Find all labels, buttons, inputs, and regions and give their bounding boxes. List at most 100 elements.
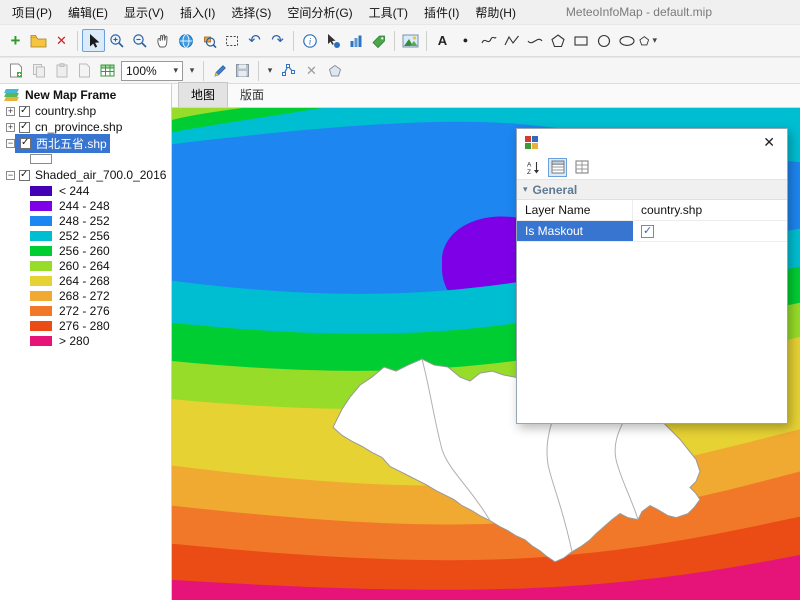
maskout-checkbox[interactable]: [641, 225, 654, 238]
statistics-tool[interactable]: [344, 29, 367, 52]
polygon-tool[interactable]: [546, 29, 569, 52]
toolbar-separator: [426, 31, 427, 51]
page-button-disabled[interactable]: [73, 59, 96, 82]
undo-button[interactable]: ↶: [243, 29, 266, 52]
close-icon[interactable]: ✕: [759, 133, 779, 152]
property-row-layer-name[interactable]: Layer Name country.shp: [517, 200, 787, 221]
pan-tool[interactable]: [151, 29, 174, 52]
dialog-titlebar[interactable]: ✕: [517, 129, 787, 155]
select-rectangle-tool[interactable]: [220, 29, 243, 52]
legend-item[interactable]: < 244: [0, 183, 171, 198]
snap-button[interactable]: [323, 59, 346, 82]
legend-item[interactable]: 276 - 280: [0, 318, 171, 333]
map-frame-node[interactable]: New Map Frame: [0, 87, 171, 103]
hollow-polygon-swatch[interactable]: [30, 154, 52, 164]
circle-tool[interactable]: [592, 29, 615, 52]
insert-image-button[interactable]: [399, 29, 422, 52]
layer-properties-dialog: ✕ AZ ▾ Gen: [516, 128, 788, 424]
legend-item[interactable]: 272 - 276: [0, 303, 171, 318]
layer-checkbox[interactable]: [19, 170, 30, 181]
save-button-disabled[interactable]: [231, 59, 254, 82]
layer-checkbox[interactable]: [19, 106, 30, 117]
expand-icon[interactable]: [6, 171, 15, 180]
curve-tool[interactable]: [477, 29, 500, 52]
legend-item[interactable]: 248 - 252: [0, 213, 171, 228]
menu-item-help[interactable]: 帮助(H): [467, 1, 524, 24]
menu-item-select[interactable]: 选择(S): [223, 1, 279, 24]
categorized-view-button[interactable]: [548, 158, 567, 177]
menu-item-view[interactable]: 显示(V): [116, 1, 172, 24]
menu-item-tools[interactable]: 工具(T): [361, 1, 416, 24]
grid-view-button[interactable]: [572, 158, 591, 177]
zoom-to-layer-tool[interactable]: [197, 29, 220, 52]
property-section-header[interactable]: ▾ General: [517, 180, 787, 200]
expand-icon[interactable]: [6, 139, 15, 148]
select-cursor-tool[interactable]: [82, 29, 105, 52]
property-value: [633, 221, 787, 241]
more-shapes-button[interactable]: ▾: [638, 29, 661, 52]
legend-swatch: [30, 231, 52, 241]
copy-button-disabled[interactable]: [27, 59, 50, 82]
text-tool[interactable]: A: [431, 29, 454, 52]
edit-features-button[interactable]: [208, 59, 231, 82]
paste-button-disabled[interactable]: [50, 59, 73, 82]
menu-item-project[interactable]: 项目(P): [4, 1, 60, 24]
layer-label: Shaded_air_700.0_2016: [35, 168, 166, 182]
edit-vertices-button[interactable]: [277, 59, 300, 82]
redo-button[interactable]: ↷: [266, 29, 289, 52]
layer-node-xibei-selected[interactable]: 西北五省.shp: [0, 135, 171, 151]
sort-alphabetical-button[interactable]: AZ: [524, 158, 543, 177]
dialog-toolbar: AZ: [517, 155, 787, 180]
legend-label: 264 - 268: [59, 274, 110, 288]
freehand-curve-tool[interactable]: [523, 29, 546, 52]
menu-item-spatial-analysis[interactable]: 空间分析(G): [279, 1, 360, 24]
map-canvas[interactable]: ✕ AZ ▾ Gen: [172, 108, 800, 600]
zoom-level-combo[interactable]: 100% ▾: [121, 61, 183, 81]
expand-icon[interactable]: [6, 107, 15, 116]
layer-checkbox[interactable]: [19, 122, 30, 133]
property-value[interactable]: country.shp: [633, 200, 787, 220]
layer-panel: New Map Frame country.shp cn_province.sh…: [0, 84, 172, 600]
property-row-is-maskout[interactable]: Is Maskout: [517, 221, 787, 242]
legend-item[interactable]: 260 - 264: [0, 258, 171, 273]
legend-item[interactable]: > 280: [0, 333, 171, 348]
zoom-spinner-button[interactable]: ▾: [185, 59, 199, 82]
layer-node-country[interactable]: country.shp: [0, 103, 171, 119]
dashed-rect-icon: [224, 33, 240, 49]
xibei-legend-symbol-row[interactable]: [0, 151, 171, 167]
remove-layer-button[interactable]: ✕: [50, 29, 73, 52]
layer-checkbox[interactable]: [20, 138, 31, 149]
rectangle-tool[interactable]: [569, 29, 592, 52]
ellipse-tool[interactable]: [615, 29, 638, 52]
open-file-button[interactable]: [27, 29, 50, 52]
clipboard-icon: [55, 63, 69, 78]
menu-item-plugins[interactable]: 插件(I): [416, 1, 467, 24]
tab-map[interactable]: 地图: [178, 82, 228, 107]
legend-item[interactable]: 252 - 256: [0, 228, 171, 243]
menu-item-insert[interactable]: 插入(I): [172, 1, 223, 24]
layer-node-shaded-air[interactable]: Shaded_air_700.0_2016: [0, 167, 171, 183]
zoom-out-tool[interactable]: [128, 29, 151, 52]
add-layer-button[interactable]: +: [4, 29, 27, 52]
polyline-tool[interactable]: [500, 29, 523, 52]
attribute-table-button[interactable]: [96, 59, 119, 82]
menu-item-edit[interactable]: 编辑(E): [60, 1, 116, 24]
select-feature-tool[interactable]: [321, 29, 344, 52]
tab-layout[interactable]: 版面: [228, 83, 276, 107]
legend-swatch: [30, 291, 52, 301]
label-tool[interactable]: [367, 29, 390, 52]
identify-tool[interactable]: i: [298, 29, 321, 52]
expand-icon[interactable]: [6, 123, 15, 132]
edit-dropdown-button[interactable]: ▾: [263, 59, 277, 82]
zoom-in-tool[interactable]: [105, 29, 128, 52]
point-tool[interactable]: ●: [454, 29, 477, 52]
grid-icon: [575, 160, 589, 174]
legend-item[interactable]: 256 - 260: [0, 243, 171, 258]
legend-item[interactable]: 268 - 272: [0, 288, 171, 303]
legend-item[interactable]: 244 - 248: [0, 198, 171, 213]
full-extent-tool[interactable]: [174, 29, 197, 52]
new-layout-button[interactable]: [4, 59, 27, 82]
globe-icon: [178, 33, 194, 49]
delete-feature-button[interactable]: ✕: [300, 59, 323, 82]
legend-item[interactable]: 264 - 268: [0, 273, 171, 288]
